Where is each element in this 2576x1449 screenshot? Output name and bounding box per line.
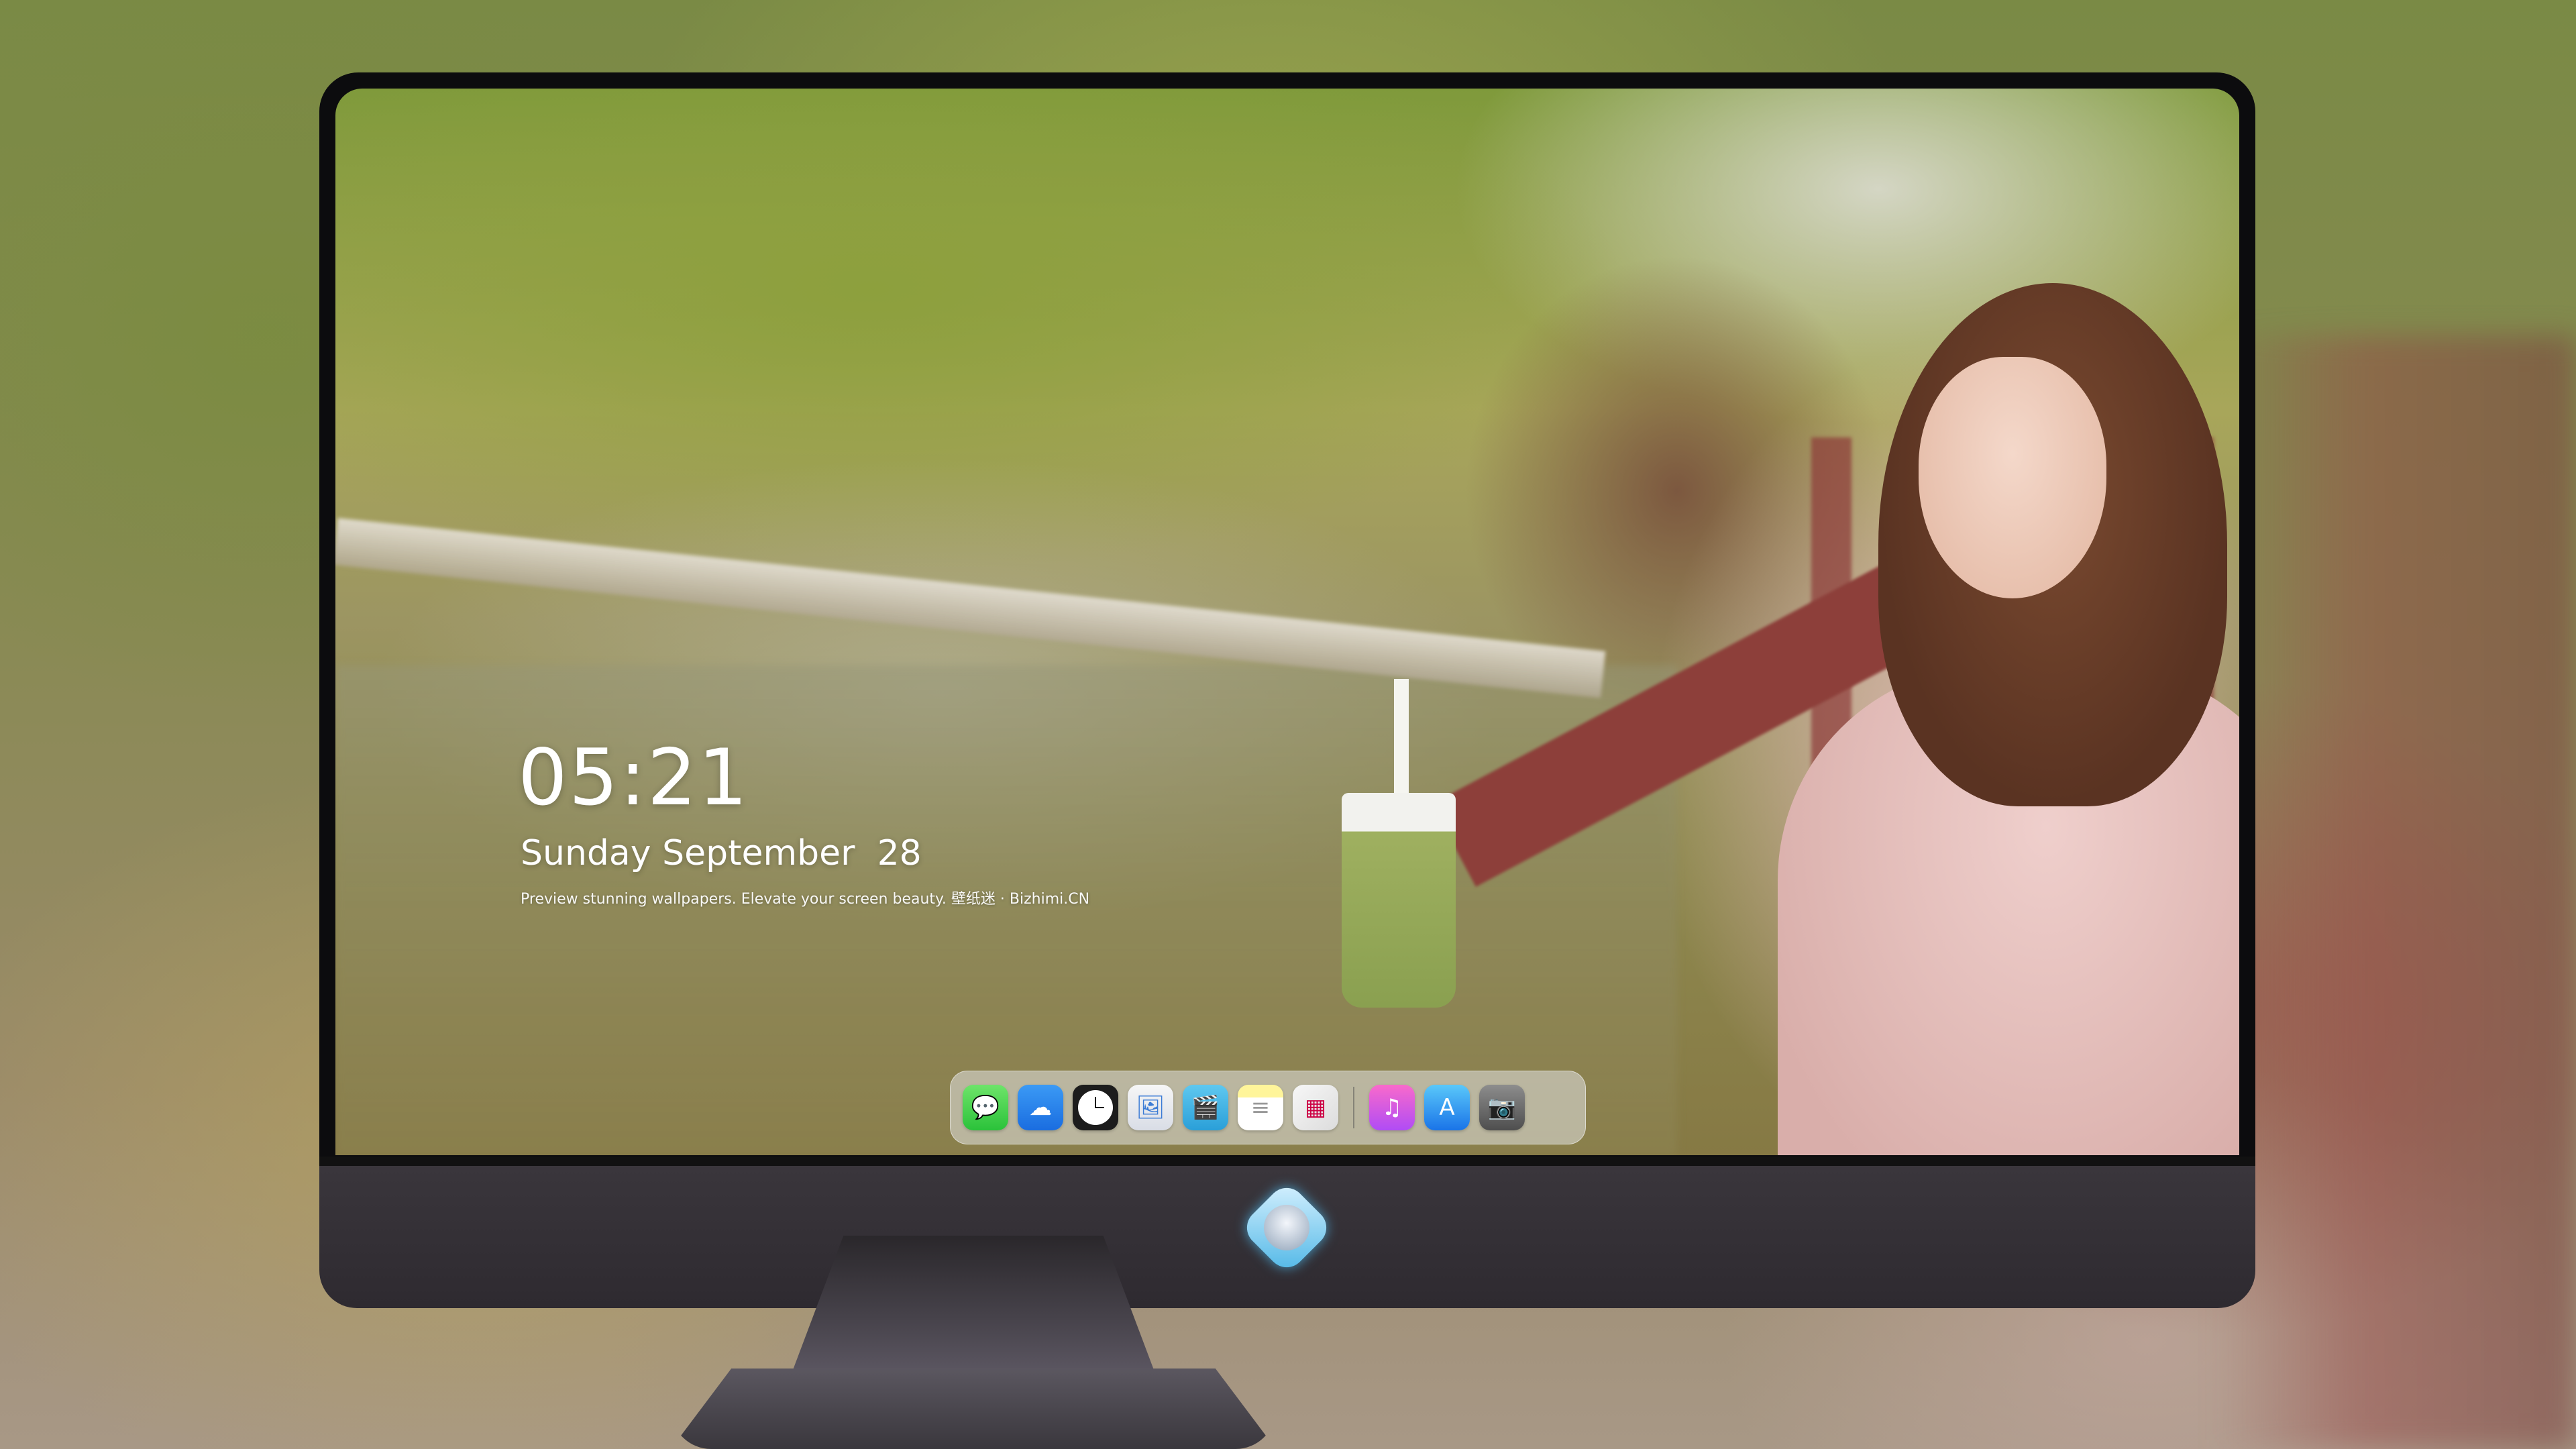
notes-icon[interactable]: ≡: [1238, 1085, 1283, 1130]
preview-glyph: 🖼: [1136, 1094, 1165, 1121]
clock-tagline: Preview stunning wallpapers. Elevate you…: [521, 891, 1090, 908]
clock-face: [1078, 1090, 1113, 1125]
monitor: 05:21 Sunday September 28 Preview stunni…: [319, 72, 2255, 1308]
clock-icon[interactable]: [1073, 1085, 1118, 1130]
clock-date: Sunday September 28: [521, 833, 922, 873]
screen: 05:21 Sunday September 28 Preview stunni…: [335, 89, 2239, 1155]
messages-icon[interactable]: 💬: [963, 1085, 1008, 1130]
app-store-icon[interactable]: A: [1424, 1085, 1470, 1130]
preview-icon[interactable]: 🖼: [1128, 1085, 1173, 1130]
messages-glyph: 💬: [971, 1094, 1000, 1121]
gallery-icon[interactable]: ▦: [1293, 1085, 1338, 1130]
wallpaper-cup: [1342, 793, 1456, 1008]
wallpaper-cup-straw: [1394, 679, 1409, 800]
monitor-bezel: 05:21 Sunday September 28 Preview stunni…: [319, 72, 2255, 1173]
app-store-glyph: A: [1439, 1094, 1455, 1121]
wallpaper-person-face: [1919, 357, 2106, 598]
clips-glyph: 🎬: [1191, 1094, 1220, 1121]
weather-icon[interactable]: ☁: [1018, 1085, 1063, 1130]
brand-logo-mascot-icon: [1264, 1205, 1309, 1250]
monitor-stand: [793, 1236, 1154, 1370]
clock-time: 05:21: [518, 733, 749, 823]
blurred-railing: [2214, 335, 2576, 1449]
notes-glyph: ≡: [1250, 1094, 1271, 1121]
weather-glyph: ☁: [1029, 1094, 1052, 1121]
gallery-glyph: ▦: [1304, 1094, 1327, 1121]
music-glyph: ♫: [1381, 1094, 1403, 1121]
dock: 💬 ☁ 🖼 🎬 ≡ ▦ ♫ A 📷: [950, 1071, 1586, 1144]
camera-icon[interactable]: 📷: [1479, 1085, 1525, 1130]
monitor-stand-foot: [671, 1368, 1276, 1449]
dock-separator: [1353, 1087, 1354, 1128]
clapperboard-icon[interactable]: 🎬: [1183, 1085, 1228, 1130]
music-icon[interactable]: ♫: [1369, 1085, 1415, 1130]
camera-glyph: 📷: [1487, 1094, 1517, 1121]
